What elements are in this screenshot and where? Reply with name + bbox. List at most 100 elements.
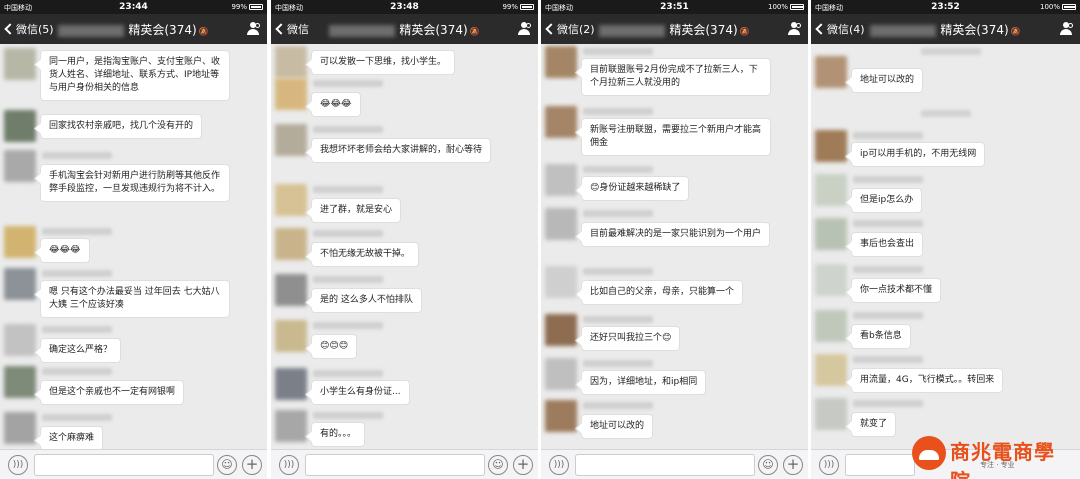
blurred-name [329, 24, 396, 37]
avatar[interactable] [4, 110, 36, 142]
message-input[interactable] [305, 454, 485, 476]
emoji-icon[interactable]: ☺ [758, 455, 778, 475]
message-bubble[interactable]: 你一点技术都不懂 [851, 278, 942, 303]
message-bubble[interactable]: 新账号注册联盟，需要拉三个新用户才能高佣金 [581, 118, 771, 156]
avatar[interactable] [545, 208, 577, 240]
status-bar: 中国移动 23:52 100% [811, 0, 1080, 14]
voice-icon[interactable]: ))) [8, 455, 28, 475]
sender-name [853, 356, 923, 363]
voice-icon[interactable]: ))) [279, 455, 299, 475]
avatar[interactable] [815, 398, 847, 430]
avatar[interactable] [4, 412, 36, 444]
message-bubble[interactable]: 嗯 只有这个办法最妥当 过年回去 七大姑八大姨 三个应该好凑 [40, 280, 230, 318]
plus-icon[interactable]: + [783, 455, 803, 475]
message-bubble[interactable]: 我想坏坏老师会给大家讲解的，耐心等待 [311, 138, 492, 163]
voice-icon[interactable]: ))) [819, 455, 839, 475]
message-input[interactable] [575, 454, 755, 476]
group-members-icon[interactable] [1058, 22, 1074, 36]
message-bubble[interactable]: 因为，详细地址，和ip相同 [581, 370, 707, 395]
message-bubble[interactable]: 用流量，4G，飞行模式。。转回来 [851, 368, 1004, 393]
blurred-name [870, 24, 937, 37]
message-list[interactable]: 目前联盟账号2月份完成不了拉新三人，下个月拉新三人就没用的 新账号注册联盟，需要… [541, 44, 808, 449]
avatar[interactable] [815, 264, 847, 296]
avatar[interactable] [815, 218, 847, 250]
message-list[interactable]: 同一用户，是指淘宝账户、支付宝账户、收货人姓名、详细地址、联系方式、IP地址等与… [0, 44, 267, 449]
message-bubble[interactable]: 有的。。。 [311, 422, 366, 447]
message-list[interactable]: 可以发散一下思维，找小学生。 😂😂😂 我想坏坏老师会给大家讲解的，耐心等待 进了… [271, 44, 538, 449]
message-bubble[interactable]: 可以发散一下思维，找小学生。 [311, 50, 456, 75]
avatar[interactable] [545, 358, 577, 390]
message-bubble[interactable]: 比如自己的父亲，母亲，只能算一个 [581, 280, 744, 305]
avatar[interactable] [275, 78, 307, 110]
message-bubble[interactable]: 进了群，就是安心 [311, 198, 402, 223]
message-bubble[interactable]: 回家找农村亲戚吧，找几个没有开的 [40, 114, 203, 139]
avatar[interactable] [275, 46, 307, 78]
message-bubble[interactable]: 不怕无缘无故被干掉。 [311, 242, 420, 267]
message-bubble[interactable]: 😊😊😊 [311, 334, 358, 359]
avatar[interactable] [275, 184, 307, 216]
avatar[interactable] [545, 266, 577, 298]
message-bubble[interactable]: 地址可以改的 [581, 414, 654, 439]
sender-name [583, 48, 653, 55]
emoji-icon[interactable]: ☺ [217, 455, 237, 475]
message-bubble[interactable]: 😊身份证越来越稀缺了 [581, 176, 690, 201]
avatar[interactable] [275, 124, 307, 156]
message-bubble[interactable]: 目前最难解决的是一家只能识别为一个用户 [581, 222, 771, 247]
avatar[interactable] [545, 106, 577, 138]
message-bubble[interactable]: 还好只叫我拉三个😊 [581, 326, 681, 351]
message-bubble[interactable]: 小学生么有身份证... [311, 380, 410, 405]
message-list[interactable]: 地址可以改的 ip可以用手机的，不用无线网 但是ip怎么办 事后也会查出 你一点… [811, 44, 1080, 449]
avatar[interactable] [275, 368, 307, 400]
message-bubble[interactable]: 但是ip怎么办 [851, 188, 923, 213]
message-bubble[interactable]: 确定这么严格？ [40, 338, 122, 363]
plus-icon[interactable]: + [513, 455, 533, 475]
avatar[interactable] [4, 48, 36, 80]
chat-title-text: 精英会(374) [669, 23, 738, 37]
group-members-icon[interactable] [245, 22, 261, 36]
message-bubble[interactable]: ip可以用手机的，不用无线网 [851, 142, 986, 167]
avatar[interactable] [4, 324, 36, 356]
avatar[interactable] [815, 310, 847, 342]
message-input[interactable] [845, 454, 915, 476]
avatar[interactable] [545, 400, 577, 432]
avatar[interactable] [4, 268, 36, 300]
avatar[interactable] [4, 366, 36, 398]
message-bubble[interactable]: 事后也会查出 [851, 232, 924, 257]
message-bubble[interactable]: 看b条信息 [851, 324, 911, 349]
chat-title: 精英会(374) 🔕 [271, 21, 538, 38]
message-input[interactable] [34, 454, 214, 476]
message-bubble[interactable]: 😂😂😂 [40, 238, 90, 263]
avatar[interactable] [815, 56, 847, 88]
emoji-icon[interactable]: ☺ [488, 455, 508, 475]
avatar[interactable] [545, 164, 577, 196]
sender-name [313, 80, 383, 87]
group-members-icon[interactable] [786, 22, 802, 36]
message-bubble[interactable]: 地址可以改的 [851, 68, 924, 93]
avatar[interactable] [815, 130, 847, 162]
voice-icon[interactable]: ))) [549, 455, 569, 475]
status-bar: 中国移动 23:48 99% [271, 0, 538, 14]
message-bubble[interactable]: 😂😂😂 [311, 92, 361, 117]
avatar[interactable] [275, 320, 307, 352]
message-bubble[interactable]: 这个麻痹难 [40, 426, 104, 449]
avatar[interactable] [275, 228, 307, 260]
message-bubble[interactable]: 同一用户，是指淘宝账户、支付宝账户、收货人姓名、详细地址、联系方式、IP地址等与… [40, 50, 230, 101]
sender-name [853, 176, 923, 183]
blurred-text [921, 110, 971, 117]
message-bubble[interactable]: 是的 这么多人不怕排队 [311, 288, 422, 313]
message-bubble[interactable]: 手机淘宝会针对新用户进行防刷等其他反作弊手段监控，一旦发现违规行为将不计入。 [40, 164, 230, 202]
avatar[interactable] [4, 150, 36, 182]
avatar[interactable] [275, 274, 307, 306]
avatar[interactable] [545, 314, 577, 346]
message-bubble[interactable]: 就变了 [851, 412, 897, 437]
avatar[interactable] [815, 354, 847, 386]
avatar[interactable] [4, 226, 36, 258]
message-bubble[interactable]: 目前联盟账号2月份完成不了拉新三人，下个月拉新三人就没用的 [581, 58, 771, 96]
message-bubble[interactable]: 但是这个亲戚也不一定有网银啊 [40, 380, 185, 405]
avatar[interactable] [545, 46, 577, 78]
phone-screen-1: 中国移动 23:44 99% 微信(5) 精英会(374) 🔕 同一用户，是指淘宝… [0, 0, 267, 479]
group-members-icon[interactable] [516, 22, 532, 36]
plus-icon[interactable]: + [242, 455, 262, 475]
avatar[interactable] [815, 174, 847, 206]
avatar[interactable] [275, 410, 307, 442]
